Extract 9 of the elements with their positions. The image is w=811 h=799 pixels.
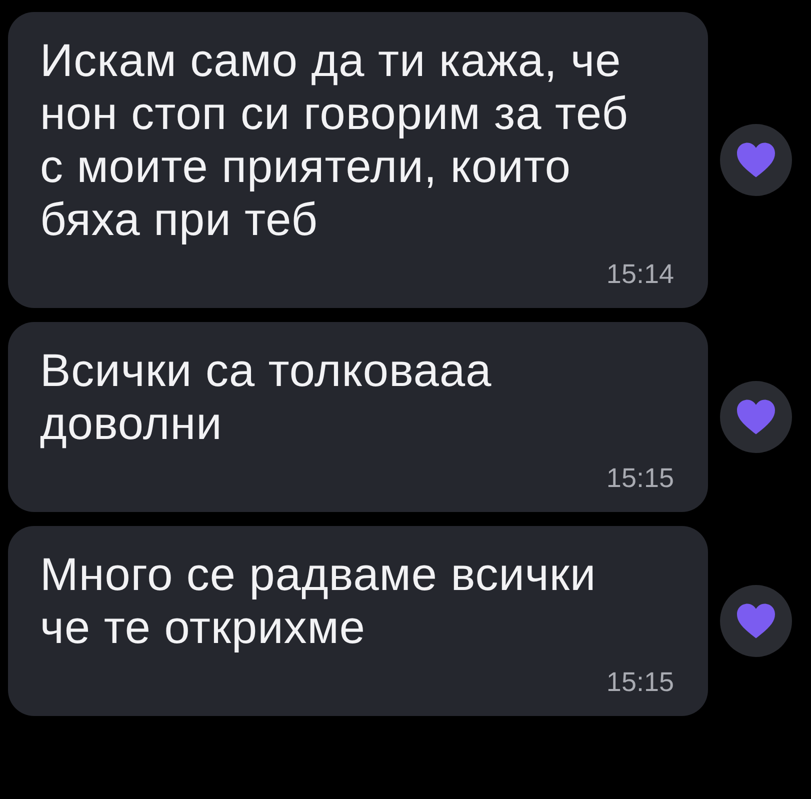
message-time: 15:15 bbox=[606, 667, 674, 697]
message-bubble[interactable]: Искам само да ти кажа, че нон стоп си говорим за теб с моите приятели, които бяха при теб 15:14 bbox=[8, 12, 708, 308]
message-time: 15:15 bbox=[606, 463, 674, 493]
message-time: 15:14 bbox=[606, 259, 674, 289]
message-bubble[interactable]: Всички са толковааа доволни 15:15 bbox=[8, 322, 708, 512]
message-bubble[interactable]: Много се радваме всички че те открихме 15:15 bbox=[8, 526, 708, 716]
message-text: Всички са толковааа доволни bbox=[40, 344, 493, 450]
message-text: Много се радваме всички че те открихме bbox=[40, 548, 598, 654]
message-text: Искам само да ти кажа, че нон стоп си говорим за теб с моите приятели, които бяха при теб bbox=[40, 34, 630, 246]
